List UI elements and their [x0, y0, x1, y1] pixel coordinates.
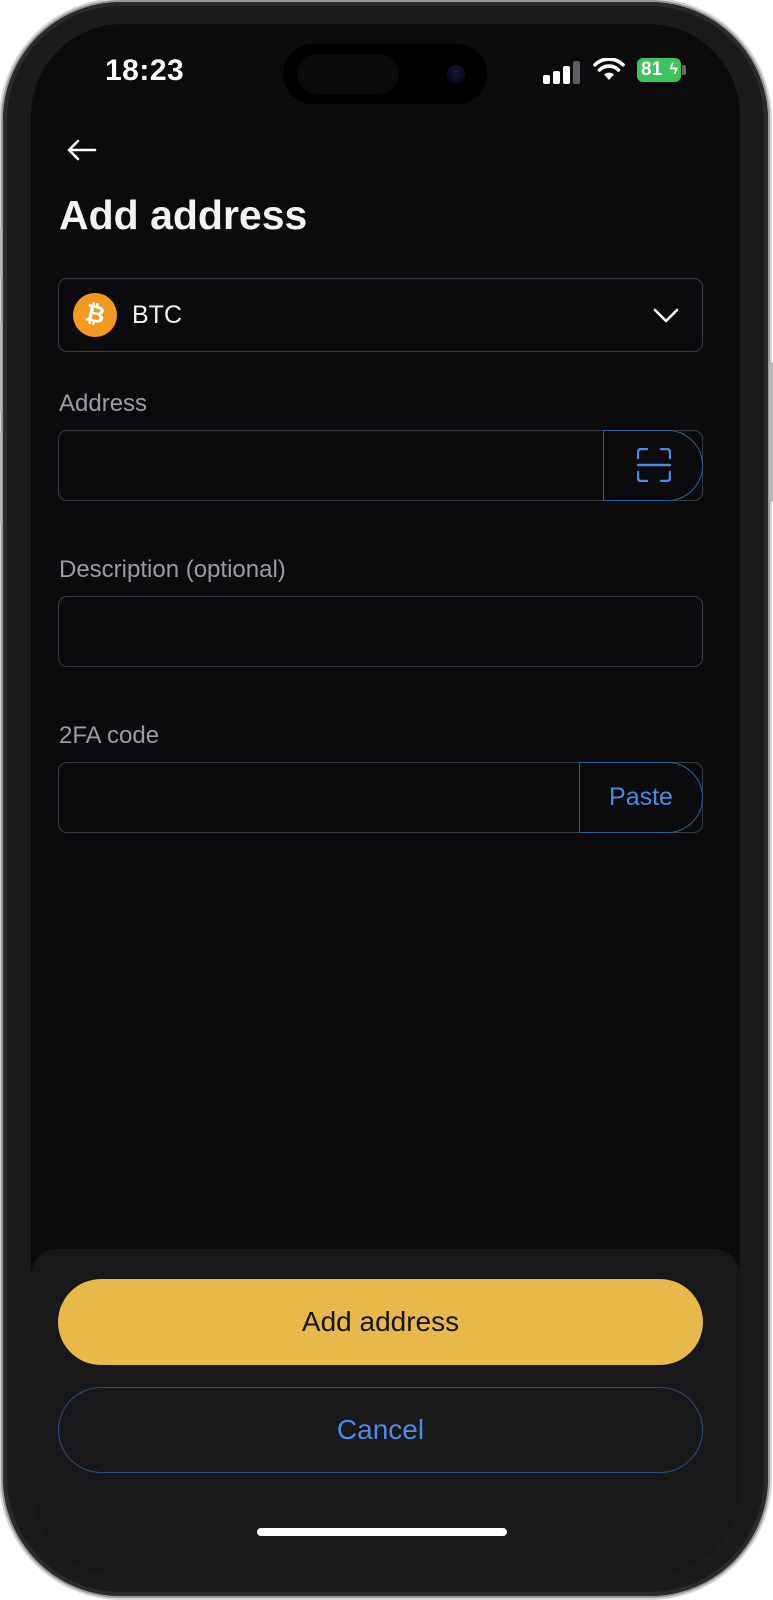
home-indicator[interactable] — [257, 1528, 507, 1536]
wifi-icon — [593, 58, 625, 80]
front-camera-icon — [447, 65, 465, 83]
chevron-down-icon — [653, 308, 679, 323]
bitcoin-icon: ₿ — [73, 293, 117, 337]
battery-level: 81 — [641, 59, 663, 80]
address-label: Address — [59, 390, 148, 417]
description-input[interactable] — [59, 597, 702, 666]
address-field-group — [58, 430, 703, 501]
paste-button[interactable]: Paste — [579, 762, 703, 833]
volume-down-button — [0, 432, 2, 522]
power-button — [769, 362, 773, 502]
back-button[interactable] — [61, 130, 101, 170]
description-field-group — [58, 596, 703, 667]
screen: 18:23 81 ϟ Add address ₿ BTC Address Des… — [31, 24, 740, 1576]
twofa-field-group: Paste — [58, 762, 703, 833]
twofa-input[interactable] — [59, 763, 580, 832]
qr-scan-icon — [637, 448, 671, 482]
page-title: Add address — [59, 192, 308, 238]
cancel-button[interactable]: Cancel — [58, 1387, 703, 1473]
phone-frame: 18:23 81 ϟ Add address ₿ BTC Address Des… — [0, 2, 773, 1596]
cellular-signal-icon — [543, 60, 583, 84]
description-label: Description (optional) — [59, 556, 286, 583]
add-address-button[interactable]: Add address — [58, 1279, 703, 1365]
volume-up-button — [0, 322, 2, 412]
currency-select[interactable]: ₿ BTC — [58, 278, 703, 352]
address-input[interactable] — [59, 431, 604, 500]
scan-qr-button[interactable] — [603, 430, 703, 501]
twofa-label: 2FA code — [59, 722, 160, 749]
arrow-left-icon — [67, 139, 97, 161]
currency-value: BTC — [132, 301, 182, 329]
battery-icon: 81 ϟ — [637, 58, 681, 82]
bottom-action-sheet: Add address Cancel — [31, 1249, 740, 1576]
status-time: 18:23 — [105, 54, 185, 87]
action-button — [0, 230, 2, 278]
charging-bolt-icon: ϟ — [669, 61, 678, 78]
dynamic-island — [283, 44, 487, 104]
